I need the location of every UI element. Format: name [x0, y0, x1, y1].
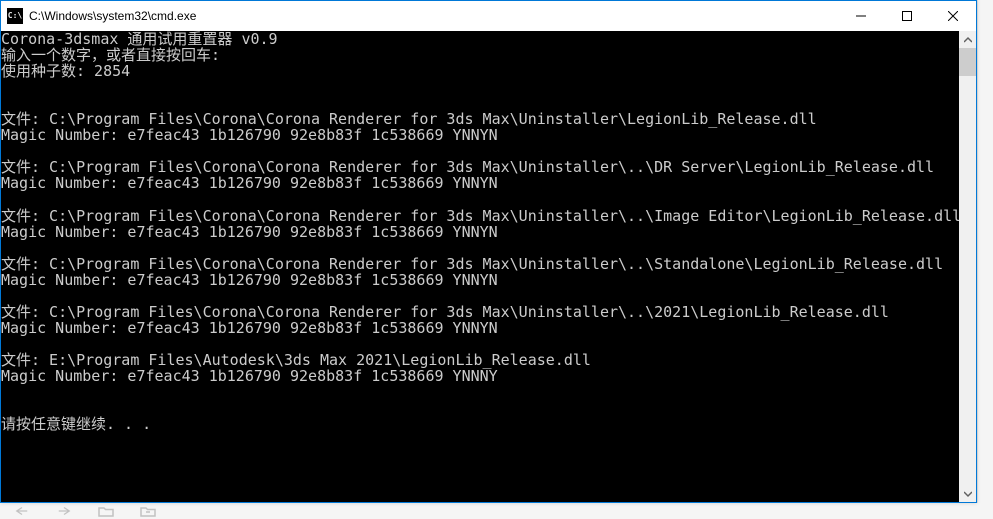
vertical-scrollbar[interactable]: [959, 31, 976, 502]
window-title: C:\Windows\system32\cmd.exe: [29, 9, 838, 23]
scrollbar-thumb[interactable]: [959, 48, 976, 76]
cmd-window: C:\ C:\Windows\system32\cmd.exe Corona-3…: [0, 0, 977, 503]
background-right-strip: [977, 0, 993, 519]
client-area: Corona-3dsmax 通用试用重置器 v0.9 输入一个数字，或者直接按回…: [1, 31, 976, 502]
titlebar[interactable]: C:\ C:\Windows\system32\cmd.exe: [1, 1, 976, 31]
background-toolbar: [10, 503, 160, 519]
folder-icon: [94, 504, 118, 518]
scroll-up-button[interactable]: [959, 31, 976, 48]
folder-icon-2: [136, 504, 160, 518]
scrollbar-track[interactable]: [959, 48, 976, 485]
background-bottom-strip: [0, 503, 993, 519]
scroll-down-button[interactable]: [959, 485, 976, 502]
back-arrow-icon: [10, 504, 34, 518]
close-button[interactable]: [930, 1, 976, 31]
forward-arrow-icon: [52, 504, 76, 518]
maximize-button[interactable]: [884, 1, 930, 31]
console-output[interactable]: Corona-3dsmax 通用试用重置器 v0.9 输入一个数字，或者直接按回…: [1, 31, 959, 502]
cmd-icon: C:\: [7, 8, 23, 24]
minimize-button[interactable]: [838, 1, 884, 31]
window-controls: [838, 1, 976, 31]
